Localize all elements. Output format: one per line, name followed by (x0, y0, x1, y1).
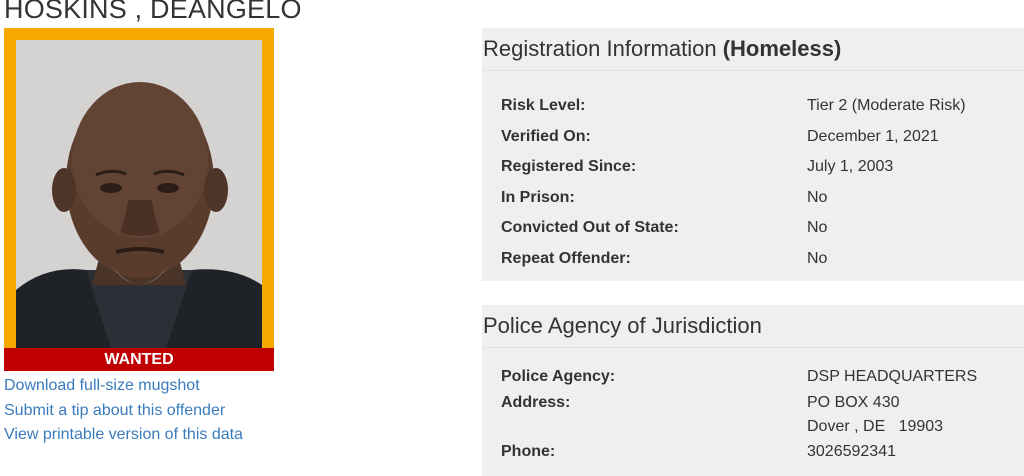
repeat-offender-value: No (807, 249, 828, 267)
wanted-badge: WANTED (4, 348, 274, 371)
address-label: Address: (501, 394, 571, 411)
verified-on-row: Verified On: December 1, 2021 (482, 128, 1024, 159)
offender-name: HOSKINS , DEANGELO (4, 0, 302, 24)
offender-links: Download full-size mugshot Submit a tip … (4, 374, 243, 448)
in-prison-value: No (807, 188, 828, 206)
download-mugshot-link[interactable]: Download full-size mugshot (4, 374, 243, 399)
registration-heading: Registration Information (Homeless) (482, 28, 1024, 71)
mugshot-image (16, 40, 262, 348)
in-prison-label: In Prison: (501, 188, 575, 206)
risk-level-value: Tier 2 (Moderate Risk) (807, 97, 966, 114)
in-prison-row: In Prison: No (482, 189, 1024, 220)
registration-status: (Homeless) (722, 36, 842, 61)
address-row: Address: PO BOX 430 (482, 394, 1024, 418)
registered-since-value: July 1, 2003 (807, 158, 894, 176)
mugshot-photo[interactable] (16, 40, 262, 348)
convicted-out-of-state-value: No (807, 219, 828, 237)
police-agency-row: Police Agency: DSP HEADQUARTERS (482, 368, 1024, 394)
phone-label: Phone: (501, 443, 556, 460)
repeat-offender-label: Repeat Offender: (501, 249, 631, 267)
address-line1: PO BOX 430 (807, 394, 900, 411)
police-agency-value: DSP HEADQUARTERS (807, 368, 978, 385)
registration-title: Registration Information (483, 36, 717, 61)
verified-on-value: December 1, 2021 (807, 127, 939, 145)
address-line2-row: Dover , DE 19903 (482, 418, 1024, 443)
verified-on-label: Verified On: (501, 127, 591, 145)
address-line2: Dover , DE 19903 (807, 418, 944, 435)
police-agency-label: Police Agency: (501, 368, 616, 385)
convicted-out-of-state-label: Convicted Out of State: (501, 219, 679, 237)
phone-row: Phone: 3026592341 (482, 443, 1024, 469)
mugshot-frame: WANTED (4, 28, 274, 371)
repeat-offender-row: Repeat Offender: No (482, 250, 1024, 281)
registered-since-row: Registered Since: July 1, 2003 (482, 158, 1024, 189)
phone-value: 3026592341 (807, 443, 896, 460)
submit-tip-link[interactable]: Submit a tip about this offender (4, 399, 243, 424)
risk-level-label: Risk Level: (501, 97, 586, 114)
registration-panel: Registration Information (Homeless) Risk… (482, 28, 1024, 281)
convicted-out-of-state-row: Convicted Out of State: No (482, 219, 1024, 250)
registered-since-label: Registered Since: (501, 158, 637, 176)
printable-version-link[interactable]: View printable version of this data (4, 423, 243, 448)
police-agency-heading: Police Agency of Jurisdiction (482, 305, 1024, 348)
police-agency-panel: Police Agency of Jurisdiction Police Age… (482, 305, 1024, 476)
risk-level-row: Risk Level: Tier 2 (Moderate Risk) (482, 97, 1024, 128)
